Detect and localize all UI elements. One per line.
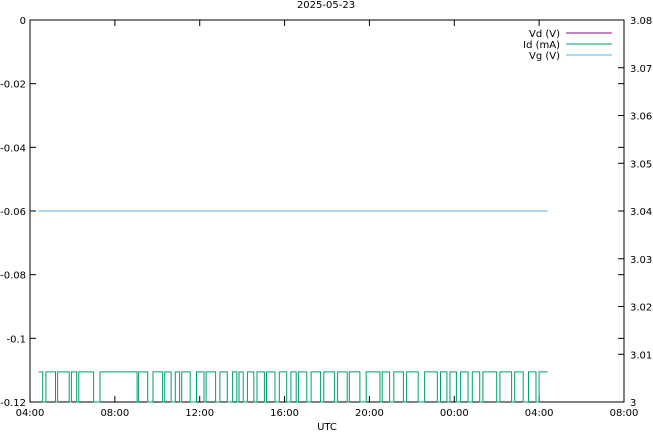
legend-label: Vg (V) (529, 51, 560, 62)
x-tick-label: 04:00 (16, 408, 45, 419)
left-axis: 0-0.02-0.04-0.06-0.08-0.1-0.12 (0, 16, 624, 409)
right-tick-label: 3.07 (630, 64, 652, 75)
left-tick-label: 0 (20, 16, 26, 27)
series-layer (38, 210, 548, 403)
right-axis: 3.083.073.063.053.043.033.023.013 (618, 16, 652, 409)
x-tick-label: 04:00 (525, 408, 554, 419)
left-tick-label: -0.04 (0, 143, 26, 154)
x-tick-label: 08:00 (100, 408, 129, 419)
right-tick-label: 3.02 (630, 303, 652, 314)
right-tick-label: 3.01 (630, 350, 652, 361)
x-tick-label: 00:00 (440, 408, 469, 419)
left-tick-label: -0.08 (0, 271, 26, 282)
legend-label: Id (mA) (523, 40, 560, 51)
right-tick-label: 3.05 (630, 159, 652, 170)
left-tick-label: -0.1 (6, 334, 26, 345)
left-tick-label: -0.06 (0, 207, 26, 218)
chart-title: 2025-05-23 (297, 0, 355, 11)
x-tick-label: 20:00 (355, 408, 384, 419)
legend-label: Vd (V) (529, 29, 560, 40)
right-tick-label: 3.08 (630, 16, 652, 27)
x-tick-label: 16:00 (270, 408, 299, 419)
x-tick-label: 12:00 (185, 408, 214, 419)
right-tick-label: 3.06 (630, 112, 652, 123)
x-axis: 04:00 08:00 12:00 16:00 20:00 00:00 04:00 08:00 (16, 20, 639, 419)
legend: Vd (V)Id (mA)Vg (V) (523, 29, 612, 62)
x-axis-label: UTC (317, 422, 337, 432)
right-tick-label: 3.04 (630, 207, 652, 218)
left-tick-label: -0.02 (0, 80, 26, 91)
right-tick-label: 3.03 (630, 255, 652, 266)
x-tick-label: 08:00 (610, 408, 639, 419)
chart: 2025-05-23 0-0.02-0.04-0.06-0.08-0.1-0.1… (0, 0, 652, 432)
